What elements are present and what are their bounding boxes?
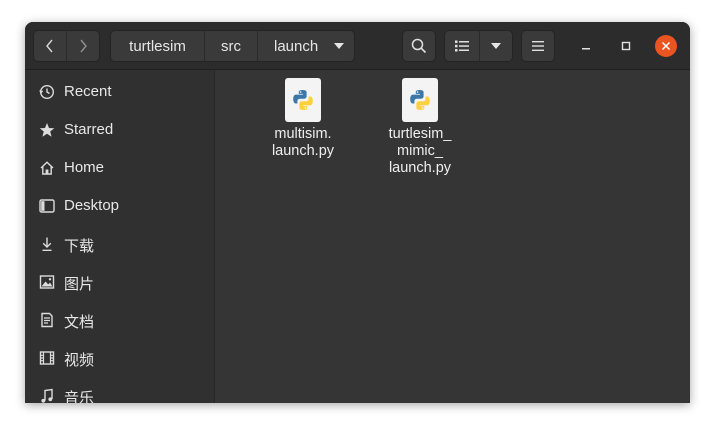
caret-down-icon — [334, 43, 344, 49]
sidebar-item-label: Recent — [64, 83, 112, 100]
forward-button[interactable] — [66, 30, 100, 62]
file-item-turtlesim-mimic[interactable]: turtlesim_ mimic_ launch.py — [370, 78, 470, 177]
view-options-button[interactable] — [479, 30, 513, 62]
clock-icon — [39, 84, 55, 100]
close-button[interactable] — [655, 35, 677, 57]
video-icon — [39, 351, 55, 365]
sidebar-item-label: Desktop — [64, 197, 120, 214]
desktop-icon — [39, 199, 55, 213]
breadcrumb-label: src — [221, 37, 241, 55]
sidebar-item-recent[interactable]: Recent — [25, 73, 214, 111]
back-button[interactable] — [33, 30, 67, 62]
breadcrumb-label: turtlesim — [129, 37, 186, 55]
sidebar-item-label: 文档 — [64, 314, 95, 331]
sidebar: Recent Starred Home Desktop 下载 图片 文档 视频 — [25, 70, 215, 403]
list-view-icon — [455, 40, 469, 52]
sidebar-item-label: 下载 — [64, 238, 95, 255]
minimize-icon — [582, 48, 590, 50]
star-icon — [39, 123, 55, 137]
minimize-button[interactable] — [575, 35, 597, 57]
maximize-button[interactable] — [615, 35, 637, 57]
sidebar-item-home[interactable]: Home — [25, 149, 214, 187]
file-view: multisim. launch.py turtlesim_ mimic_ la… — [215, 70, 690, 403]
maximize-icon — [621, 41, 631, 51]
chevron-right-icon — [80, 39, 87, 53]
view-mode-button[interactable] — [444, 30, 480, 62]
sidebar-item-desktop[interactable]: Desktop — [25, 187, 214, 225]
sidebar-item-documents[interactable]: 文档 — [25, 301, 214, 339]
sidebar-item-music[interactable]: 音乐 — [25, 377, 214, 403]
breadcrumb-label: launch — [274, 37, 319, 55]
headerbar: turtlesim src launch — [25, 22, 690, 70]
sidebar-item-pictures[interactable]: 图片 — [25, 263, 214, 301]
sidebar-item-label: Home — [64, 159, 105, 176]
sidebar-item-label: 音乐 — [64, 390, 95, 403]
music-icon — [41, 388, 53, 403]
hamburger-menu-icon — [532, 41, 544, 51]
sidebar-item-videos[interactable]: 视频 — [25, 339, 214, 377]
file-name: turtlesim_ mimic_ launch.py — [388, 126, 452, 176]
download-icon — [42, 237, 52, 251]
search-button[interactable] — [402, 30, 436, 62]
sidebar-item-downloads[interactable]: 下载 — [25, 225, 214, 263]
pictures-icon — [39, 275, 55, 289]
home-icon — [40, 161, 54, 175]
breadcrumb-src[interactable]: src — [204, 30, 258, 62]
caret-down-icon — [491, 43, 501, 49]
breadcrumb-turtlesim[interactable]: turtlesim — [110, 30, 205, 62]
file-item-multisim[interactable]: multisim. launch.py — [253, 78, 353, 160]
close-icon — [661, 41, 671, 51]
search-icon — [411, 38, 427, 54]
sidebar-item-label: 图片 — [64, 276, 95, 293]
python-file-icon — [402, 78, 438, 122]
file-manager-window: turtlesim src launch Recent Starred Home… — [25, 22, 690, 403]
breadcrumb-launch[interactable]: launch — [257, 30, 355, 62]
sidebar-item-starred[interactable]: Starred — [25, 111, 214, 149]
documents-icon — [41, 312, 53, 328]
file-name: multisim. launch.py — [271, 126, 335, 159]
python-file-icon — [285, 78, 321, 122]
main-menu-button[interactable] — [521, 30, 555, 62]
sidebar-item-label: Starred — [64, 121, 114, 138]
sidebar-item-label: 视频 — [64, 352, 95, 369]
chevron-left-icon — [46, 39, 53, 53]
